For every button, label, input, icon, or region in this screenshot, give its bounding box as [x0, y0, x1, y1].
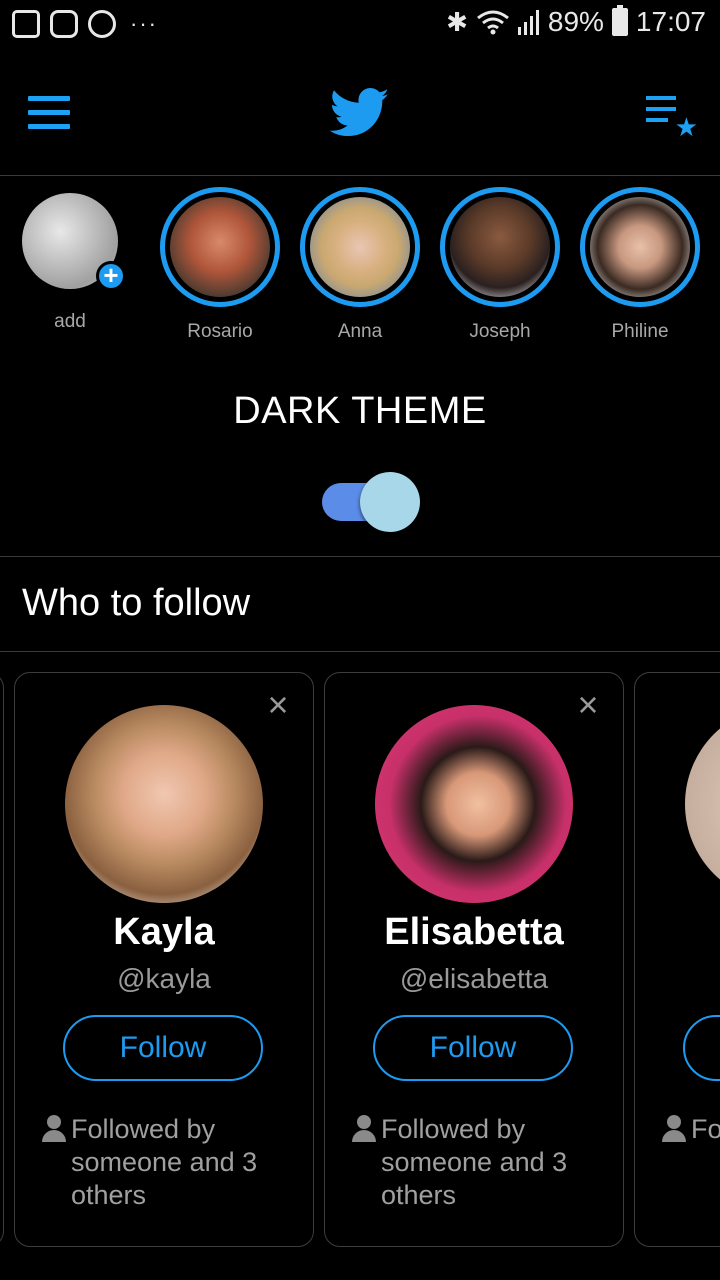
dark-theme-toggle[interactable]	[322, 472, 422, 532]
story-add-label: add	[54, 311, 86, 332]
close-icon[interactable]: ×	[263, 687, 293, 723]
battery-icon	[611, 5, 628, 36]
story-name: Rosario	[187, 321, 253, 342]
follow-card[interactable]: × Elisabetta @elisabetta Follow Followed…	[324, 672, 624, 1247]
person-icon	[41, 1115, 67, 1143]
add-story-icon[interactable]: +	[96, 261, 126, 291]
social-context-text: Followed by someone and 3 others	[381, 1114, 568, 1210]
social-context: Fo so oth	[661, 1113, 720, 1146]
avatar	[65, 705, 263, 903]
story-ring	[580, 187, 700, 307]
instagram-icon	[50, 10, 78, 38]
card-name: J	[635, 911, 720, 954]
person-icon	[351, 1115, 377, 1143]
who-to-follow-carousel[interactable]: × Kayla @kayla Follow Followed by someon…	[0, 672, 720, 1248]
avatar	[685, 705, 720, 903]
who-to-follow-title: Who to follow	[22, 582, 251, 624]
bluetooth-icon: ✱	[446, 6, 468, 37]
avatar	[450, 197, 550, 297]
social-context-text: Followed by someone and 3 others	[71, 1114, 258, 1210]
divider	[0, 556, 720, 557]
card-handle: @elisabetta	[399, 963, 549, 994]
status-bar-left: ···	[12, 10, 158, 38]
clock: 17:07	[635, 6, 706, 37]
story-anna[interactable]: Anna	[300, 187, 420, 343]
battery-percent: 89%	[547, 6, 604, 37]
follow-button[interactable]	[683, 1015, 720, 1081]
story-ring	[160, 187, 280, 307]
story-rosario[interactable]: Rosario	[160, 187, 280, 343]
social-context: Followed by someone and 3 others	[351, 1113, 611, 1212]
avatar	[375, 705, 573, 903]
story-ring	[300, 187, 420, 307]
gallery-icon	[12, 10, 40, 38]
avatar	[170, 197, 270, 297]
story-ring	[440, 187, 560, 307]
follow-card-partial-left	[0, 672, 4, 1247]
app-icon	[88, 10, 116, 38]
twitter-bird-icon	[330, 88, 389, 136]
top-app-bar: ★	[0, 50, 720, 176]
follow-card[interactable]: × Kayla @kayla Follow Followed by someon…	[14, 672, 314, 1247]
hamburger-menu-icon[interactable]	[28, 96, 70, 130]
toggle-knob[interactable]	[360, 472, 420, 532]
person-icon	[661, 1115, 687, 1143]
story-name: Joseph	[469, 321, 531, 342]
card-handle: @	[635, 963, 720, 995]
status-bar: ··· ✱ 89% 17:07	[0, 0, 720, 50]
story-name: Philine	[611, 321, 669, 342]
story-add[interactable]: + add	[10, 187, 130, 333]
follow-button[interactable]: Follow	[373, 1015, 573, 1081]
star-icon: ★	[674, 112, 698, 142]
social-context: Followed by someone and 3 others	[41, 1113, 301, 1212]
story-name: Anna	[337, 321, 383, 342]
avatar	[590, 197, 690, 297]
story-joseph[interactable]: Joseph	[440, 187, 560, 343]
overflow-dots: ···	[130, 11, 158, 36]
dark-theme-title: DARK THEME	[233, 390, 487, 432]
own-avatar: +	[22, 193, 126, 291]
stories-row: + add Rosario Anna Joseph Philine	[0, 177, 720, 357]
card-name: Elisabetta	[384, 911, 564, 953]
social-context-text: Fo so oth	[691, 1114, 720, 1144]
starred-lists-icon[interactable]: ★	[646, 96, 698, 140]
card-handle: @kayla	[117, 963, 211, 994]
card-name: Kayla	[113, 911, 215, 953]
follow-button[interactable]: Follow	[63, 1015, 263, 1081]
close-icon[interactable]: ×	[573, 687, 603, 723]
wifi-icon	[476, 10, 509, 35]
follow-card-partial-right[interactable]: J @ Fo so oth	[634, 672, 720, 1247]
divider	[0, 651, 720, 652]
status-bar-right: ✱ 89% 17:07	[446, 5, 706, 38]
avatar	[310, 197, 410, 297]
signal-icon	[517, 10, 539, 35]
story-philine[interactable]: Philine	[580, 187, 700, 343]
